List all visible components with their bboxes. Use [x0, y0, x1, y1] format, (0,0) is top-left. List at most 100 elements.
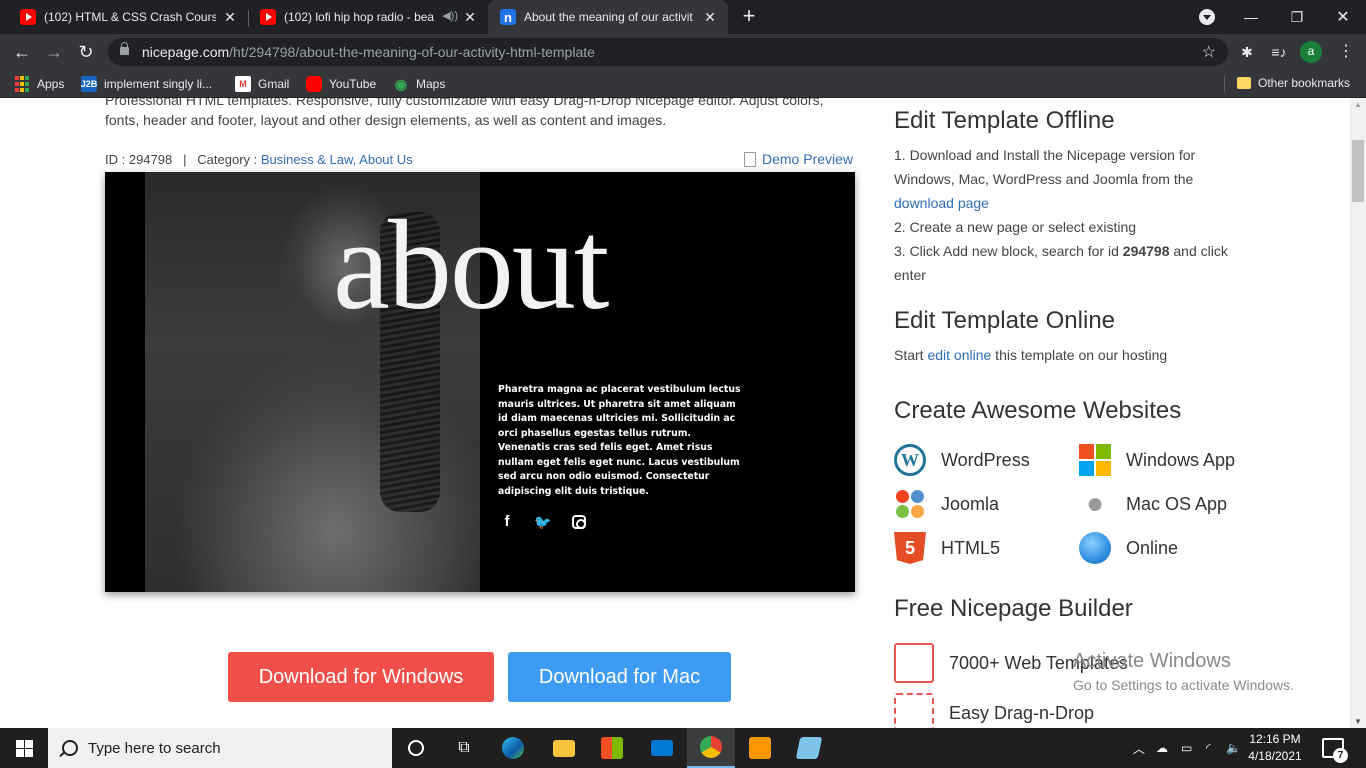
demo-preview-link[interactable]: Demo Preview	[744, 151, 853, 167]
watermark-title: Activate Windows	[1073, 650, 1231, 672]
wordpress-link[interactable]: W WordPress	[894, 444, 1030, 476]
instagram-icon	[572, 515, 586, 529]
reload-button[interactable]: ↻	[74, 40, 98, 64]
minimize-button[interactable]: —	[1228, 0, 1274, 34]
app-label: Online	[1126, 537, 1179, 558]
folder-icon	[1237, 77, 1251, 89]
close-icon[interactable]: ✕	[462, 9, 478, 25]
apple-icon: ●	[1085, 487, 1105, 520]
clock-time: 12:16 PM	[1249, 732, 1301, 746]
close-icon[interactable]: ✕	[222, 9, 238, 25]
bookmark-gmail[interactable]: M Gmail	[235, 76, 289, 92]
media-control-icon[interactable]: ≡♪	[1269, 42, 1289, 62]
page-content: Professional HTML templates. Responsive,…	[0, 98, 1350, 728]
system-clock[interactable]: 12:16 PM 4/18/2021	[1245, 731, 1305, 765]
file-explorer-icon[interactable]	[540, 728, 588, 768]
sublime-text-icon[interactable]	[736, 728, 784, 768]
tab-search-icon[interactable]	[1199, 9, 1215, 25]
edit-online-text: Start edit online this template on our h…	[894, 347, 1168, 363]
wifi-icon[interactable]: ◜	[1206, 728, 1211, 768]
search-icon	[62, 740, 78, 756]
bookmark-label: Apps	[37, 77, 65, 91]
url-text: nicepage.com/ht/294798/about-the-meaning…	[142, 44, 595, 60]
bookmark-apps[interactable]: Apps	[14, 76, 64, 92]
forward-button[interactable]: →	[42, 40, 66, 64]
app-label: Windows App	[1126, 449, 1236, 470]
close-icon[interactable]: ✕	[702, 9, 718, 25]
other-bookmarks[interactable]: Other bookmarks	[1237, 76, 1350, 90]
youtube-icon	[306, 76, 322, 92]
address-bar[interactable]: nicepage.com/ht/294798/about-the-meaning…	[108, 38, 1228, 66]
download-windows-button[interactable]: Download for Windows	[228, 652, 494, 702]
download-page-link[interactable]: download page	[894, 195, 989, 211]
scroll-thumb[interactable]	[1352, 140, 1364, 202]
edit-online-section: Edit Template Online Start edit online t…	[894, 307, 1244, 367]
template-description: Professional HTML templates. Responsive,…	[105, 98, 824, 128]
edit-online-link[interactable]: edit online	[927, 347, 991, 363]
step-1: 1. Download and Install the Nicepage ver…	[894, 147, 1196, 211]
close-window-button[interactable]: ✕	[1320, 0, 1366, 34]
maps-icon: ◉	[394, 75, 408, 92]
notes-app-icon[interactable]	[785, 728, 833, 768]
extensions-icon[interactable]: ✱	[1237, 42, 1257, 62]
speaker-icon[interactable]: ◀))	[442, 9, 458, 22]
back-button[interactable]: ←	[10, 40, 34, 64]
volume-icon[interactable]: 🔈	[1226, 728, 1241, 768]
bookmark-implement-singly[interactable]: J2B implement singly li...	[81, 76, 212, 92]
watermark-subtitle: Go to Settings to activate Windows.	[1073, 677, 1294, 693]
lock-icon	[120, 42, 129, 55]
download-mac-button[interactable]: Download for Mac	[508, 652, 731, 702]
new-tab-button[interactable]: +	[738, 5, 760, 27]
joomla-icon	[894, 488, 926, 520]
start-button[interactable]	[0, 728, 48, 768]
scroll-down-icon[interactable]: ▼	[1354, 717, 1362, 726]
create-websites-section: Create Awesome Websites	[894, 397, 1181, 425]
taskbar-search-input[interactable]: Type here to search	[48, 728, 392, 768]
feature-drag-drop: Easy Drag-n-Drop	[894, 693, 1094, 728]
windows-taskbar: Type here to search ⧉ ︿ ☁ ▭ ◜ 🔈 12:16 PM…	[0, 728, 1366, 768]
edit-offline-section: Edit Template Offline 1. Download and In…	[894, 107, 1244, 287]
j2b-icon: J2B	[81, 76, 97, 92]
category-links[interactable]: Business & Law, About Us	[261, 152, 413, 167]
windows-app-link[interactable]: Windows App	[1079, 444, 1235, 476]
app-label: Mac OS App	[1126, 493, 1228, 514]
page-scrollbar[interactable]: ▲ ▼	[1350, 98, 1366, 728]
menu-kebab-icon[interactable]: ⋮	[1336, 42, 1356, 62]
bookmark-maps[interactable]: ◉ Maps	[393, 76, 445, 92]
joomla-link[interactable]: Joomla	[894, 488, 999, 520]
tab-nicepage-about[interactable]: n About the meaning of our activit ✕	[488, 0, 728, 34]
cortana-icon[interactable]	[392, 728, 440, 768]
category-label: Category :	[197, 152, 261, 167]
online-link[interactable]: Online	[1079, 532, 1178, 564]
html5-link[interactable]: 5 HTML5	[894, 532, 1000, 564]
windows-app-icon	[1079, 444, 1111, 476]
mail-icon[interactable]	[638, 728, 686, 768]
demo-preview-label: Demo Preview	[762, 151, 854, 167]
tab-html-css-crash-course[interactable]: (102) HTML & CSS Crash Course ✕	[8, 0, 248, 34]
task-view-icon[interactable]: ⧉	[440, 728, 488, 768]
mac-os-app-link[interactable]: ● Mac OS App	[1079, 487, 1228, 520]
battery-icon[interactable]: ▭	[1181, 728, 1192, 768]
browser-toolbar: ← → ↻ nicepage.com/ht/294798/about-the-m…	[0, 34, 1366, 70]
bookmark-youtube[interactable]: YouTube	[306, 76, 376, 92]
tab-lofi-radio[interactable]: (102) lofi hip hop radio - bea ◀)) ✕	[248, 0, 488, 34]
microsoft-store-icon[interactable]	[588, 728, 636, 768]
template-preview-image[interactable]: about Pharetra magna ac placerat vestibu…	[105, 172, 855, 592]
html5-icon: 5	[894, 532, 926, 564]
scroll-up-icon[interactable]: ▲	[1354, 100, 1362, 109]
tab-title: About the meaning of our activit	[524, 10, 693, 24]
bookmark-star-icon[interactable]: ☆	[1202, 42, 1216, 62]
chrome-icon[interactable]	[687, 728, 735, 768]
edge-icon[interactable]	[489, 728, 537, 768]
browser-tab-bar: (102) HTML & CSS Crash Course ✕ (102) lo…	[0, 0, 1366, 34]
onedrive-icon[interactable]: ☁	[1156, 728, 1168, 768]
edit-offline-title: Edit Template Offline	[894, 107, 1115, 134]
preview-heading: about	[333, 194, 609, 336]
show-hidden-icons[interactable]: ︿	[1133, 728, 1145, 768]
clock-date: 4/18/2021	[1248, 749, 1302, 763]
step-2: 2. Create a new page or select existing	[894, 219, 1137, 235]
restore-button[interactable]: ❐	[1274, 0, 1320, 34]
avatar[interactable]: a	[1300, 41, 1322, 63]
templates-icon	[894, 643, 934, 683]
gmail-icon: M	[235, 76, 251, 92]
